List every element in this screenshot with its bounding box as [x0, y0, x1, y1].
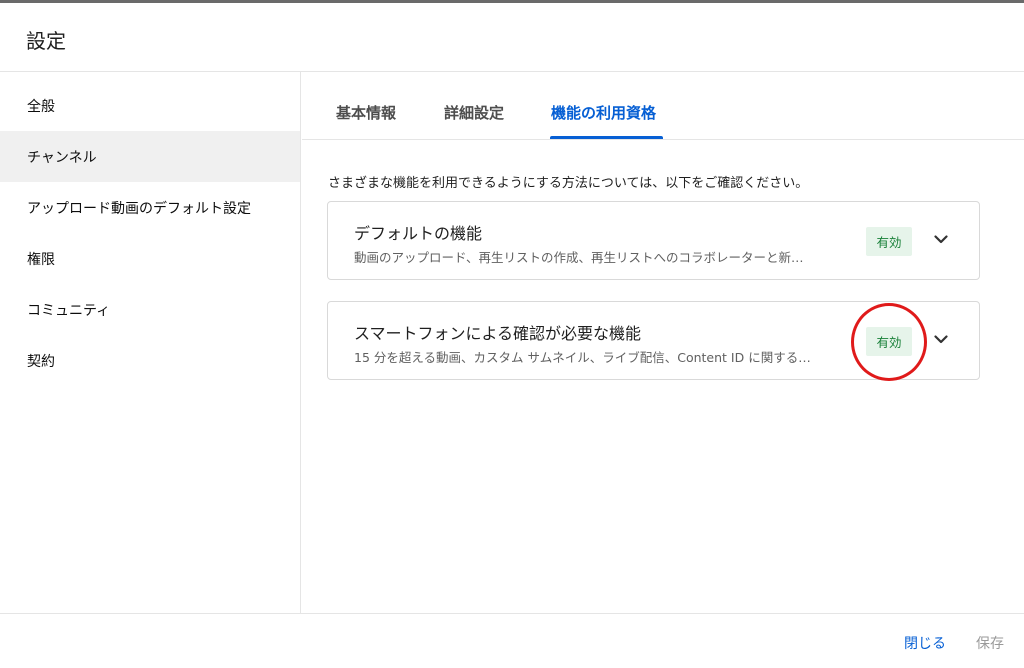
sidebar-item-community[interactable]: コミュニティ [0, 284, 300, 335]
dialog-title: 設定 [26, 29, 66, 53]
settings-main-panel: 基本情報 詳細設定 機能の利用資格 さまざまな機能を利用できるようにする方法につ… [302, 72, 1024, 613]
sidebar-item-upload-defaults[interactable]: アップロード動画のデフォルト設定 [0, 182, 300, 233]
feature-card-description: 動画のアップロード、再生リストの作成、再生リストへのコラボレーターと新… [354, 250, 804, 265]
sidebar-item-general[interactable]: 全般 [0, 80, 300, 131]
dialog-footer: 閉じる 保存 [0, 613, 1024, 668]
sidebar-item-agreements[interactable]: 契約 [0, 335, 300, 386]
feature-card-title: デフォルトの機能 [354, 224, 483, 243]
sidebar-item-label: アップロード動画のデフォルト設定 [27, 200, 251, 217]
sidebar-item-label: チャンネル [27, 149, 97, 166]
status-badge: 有効 [866, 327, 912, 356]
sidebar-item-label: コミュニティ [27, 302, 111, 319]
close-button[interactable]: 閉じる [904, 633, 946, 653]
tab-advanced-settings[interactable]: 詳細設定 [444, 102, 504, 139]
chevron-down-icon[interactable] [930, 328, 952, 350]
tab-bar: 基本情報 詳細設定 機能の利用資格 [302, 72, 1024, 140]
save-button[interactable]: 保存 [976, 633, 1004, 653]
intro-text: さまざまな機能を利用できるようにする方法については、以下をご確認ください。 [328, 176, 809, 191]
feature-card-default[interactable]: デフォルトの機能 動画のアップロード、再生リストの作成、再生リストへのコラボレー… [327, 201, 980, 280]
sidebar-item-permissions[interactable]: 権限 [0, 233, 300, 284]
status-badge: 有効 [866, 227, 912, 256]
chevron-down-icon[interactable] [930, 228, 952, 250]
settings-sidebar: 全般 チャンネル アップロード動画のデフォルト設定 権限 コミュニティ 契約 [0, 72, 301, 613]
sidebar-item-label: 契約 [27, 353, 55, 370]
sidebar-item-channel[interactable]: チャンネル [0, 131, 300, 182]
sidebar-item-label: 権限 [27, 251, 55, 268]
tab-basic-info[interactable]: 基本情報 [336, 102, 396, 139]
feature-card-description: 15 分を超える動画、カスタム サムネイル、ライブ配信、Content ID に… [354, 350, 811, 365]
dialog-header: 設定 [0, 3, 1024, 72]
feature-card-title: スマートフォンによる確認が必要な機能 [354, 324, 642, 343]
active-tab-indicator [550, 136, 663, 139]
tab-feature-eligibility[interactable]: 機能の利用資格 [551, 102, 656, 139]
sidebar-item-label: 全般 [27, 98, 55, 115]
feature-card-phone-verification[interactable]: スマートフォンによる確認が必要な機能 15 分を超える動画、カスタム サムネイル… [327, 301, 980, 380]
